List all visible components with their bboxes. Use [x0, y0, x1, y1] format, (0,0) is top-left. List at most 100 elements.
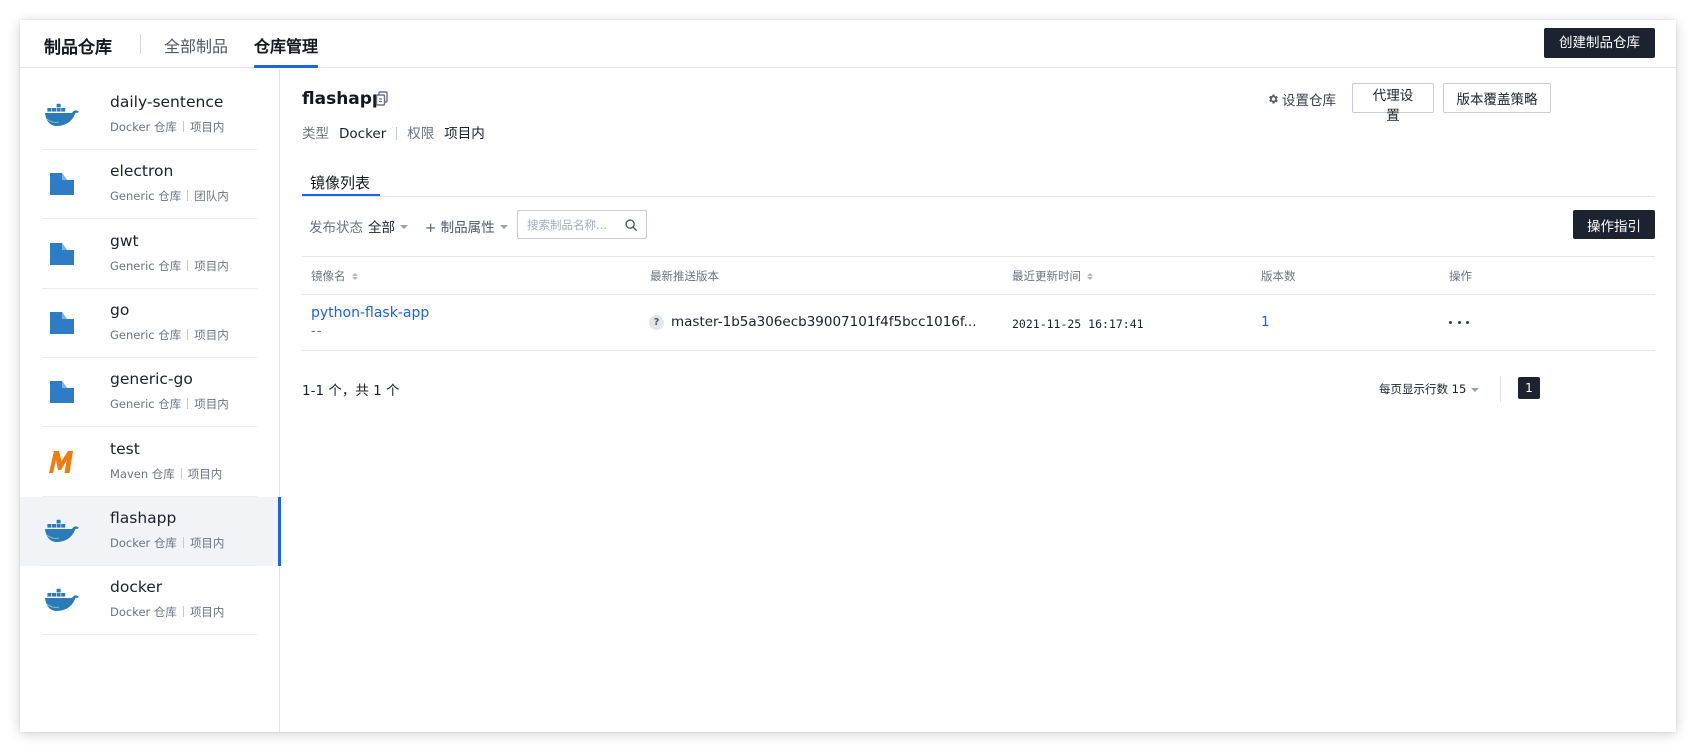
version-policy-button[interactable]: 版本覆盖策略	[1443, 83, 1551, 113]
sort-icon	[1087, 272, 1093, 280]
sidebar-item-docker[interactable]: docker Docker 仓库 项目内	[20, 566, 279, 636]
repo-item-scope: 团队内	[194, 189, 229, 204]
repo-item-type: Docker 仓库	[110, 120, 177, 134]
repo-title: flashapp	[302, 89, 385, 109]
repo-item-name: gwt	[110, 231, 139, 250]
page-size-label: 每页显示行数 15	[1379, 382, 1467, 396]
repo-item-scope: 项目内	[189, 605, 225, 620]
repo-item-name: go	[110, 300, 130, 319]
create-repo-button[interactable]: 创建制品仓库	[1544, 28, 1655, 58]
generic-icon	[42, 237, 82, 271]
question-icon[interactable]: ?	[649, 314, 664, 330]
sidebar-item-daily-sentence[interactable]: daily-sentence Docker 仓库 项目内	[20, 81, 279, 150]
meta-divider	[182, 606, 184, 618]
repo-item-meta: Generic 仓库 项目内	[110, 258, 229, 274]
repo-item-type: Generic 仓库	[110, 258, 182, 273]
permission-value: 项目内	[444, 126, 485, 142]
subtab-divider	[302, 196, 1655, 197]
sort-icon	[351, 272, 358, 280]
sidebar-item-electron[interactable]: electron Generic 仓库 团队内	[20, 150, 279, 220]
repo-item-scope: 项目内	[194, 258, 229, 273]
sidebar-item-generic-go[interactable]: generic-go Generic 仓库 项目内	[20, 358, 279, 428]
item-divider	[42, 634, 257, 636]
proxy-settings-button[interactable]: 代理设置	[1352, 83, 1434, 124]
chevron-down-icon	[1471, 387, 1480, 392]
repo-item-meta: Docker 仓库 项目内	[110, 604, 224, 620]
generic-icon	[42, 375, 82, 409]
meta-divider	[180, 467, 182, 479]
repo-settings-label: 设置仓库	[1282, 93, 1336, 109]
image-description: --	[311, 324, 323, 339]
col-header-updated[interactable]: 最近更新时间	[1012, 268, 1093, 284]
repo-item-name: docker	[110, 578, 163, 597]
active-tab-indicator	[254, 65, 318, 68]
gear-icon	[1269, 94, 1278, 104]
info-divider	[396, 127, 398, 140]
version-count-link[interactable]: 1	[1261, 314, 1270, 330]
sidebar-item-go[interactable]: go Generic 仓库 项目内	[20, 289, 279, 358]
chevron-down-icon	[400, 224, 408, 229]
docker-icon	[42, 98, 82, 132]
header-divider	[140, 34, 141, 54]
repo-item-type: Generic 仓库	[110, 189, 182, 204]
tab-all-artifacts[interactable]: 全部制品	[164, 33, 228, 57]
permission-label: 权限	[407, 126, 435, 142]
artifact-attr-label: + 制品属性	[425, 220, 495, 236]
col-header-updated-label: 最近更新时间	[1012, 269, 1081, 283]
search-input[interactable]	[527, 216, 623, 234]
col-header-latest-version-label: 最新推送版本	[650, 269, 719, 283]
repo-item-name: generic-go	[110, 370, 193, 389]
artifact-attr-filter[interactable]: + 制品属性	[425, 216, 508, 236]
col-header-name-label: 镜像名	[311, 269, 346, 283]
col-header-latest-version: 最新推送版本	[650, 268, 719, 284]
table-top-border	[302, 256, 1655, 257]
page-size-select[interactable]: 每页显示行数 15	[1379, 381, 1480, 397]
pagination-total: 1-1 个，共 1 个	[302, 383, 400, 399]
type-value: Docker	[339, 126, 387, 142]
repo-item-scope: 项目内	[187, 466, 223, 481]
repo-sidebar: daily-sentence Docker 仓库 项目内 electron Generi…	[20, 69, 281, 732]
meta-divider	[187, 259, 189, 271]
col-header-actions: 操作	[1449, 268, 1472, 284]
repo-item-type: Maven 仓库	[110, 466, 175, 481]
latest-version-text: master-1b5a306ecb39007101f4f5bcc1016f...	[671, 314, 977, 330]
publish-status-value: 全部	[368, 220, 395, 236]
search-icon[interactable]	[624, 218, 638, 232]
tab-image-list[interactable]: 镜像列表	[310, 172, 370, 193]
col-header-name[interactable]: 镜像名	[311, 268, 358, 284]
meta-divider	[187, 398, 189, 410]
pager-divider	[1500, 376, 1501, 402]
col-header-count: 版本数	[1261, 268, 1296, 284]
meta-divider	[182, 121, 184, 132]
repo-item-meta: Generic 仓库 项目内	[110, 327, 229, 343]
publish-status-filter[interactable]: 发布状态 全部	[309, 216, 408, 236]
latest-version-cell: ? master-1b5a306ecb39007101f4f5bcc1016f.…	[649, 314, 977, 330]
table-header-divider	[302, 294, 1655, 295]
repo-item-meta: Generic 仓库 项目内	[110, 396, 229, 412]
repo-settings-link[interactable]: 设置仓库	[1267, 89, 1336, 109]
chevron-down-icon	[499, 224, 508, 229]
repo-info: 类型 Docker 权限 项目内	[302, 122, 485, 142]
image-name-link[interactable]: python-flask-app	[311, 305, 429, 321]
repo-item-scope: 项目内	[194, 327, 229, 342]
repo-item-type: Docker 仓库	[110, 535, 177, 550]
search-box	[517, 210, 647, 239]
main-panel: flashapp 类型 Docker 权限 项目内 设置仓库 代理设置 版本覆盖策略 …	[280, 69, 1676, 732]
repo-item-name: test	[110, 439, 140, 458]
sidebar-item-flashapp[interactable]: flashapp Docker 仓库 项目内	[20, 496, 281, 566]
updated-time: 2021-11-25 16:17:41	[1012, 317, 1144, 331]
sidebar-item-gwt[interactable]: gwt Generic 仓库 项目内	[20, 220, 279, 289]
type-label: 类型	[302, 126, 329, 142]
tab-repo-management[interactable]: 仓库管理	[254, 33, 318, 57]
sidebar-item-test[interactable]: test Maven 仓库 项目内	[20, 428, 279, 497]
copy-icon[interactable]	[375, 91, 389, 107]
col-header-actions-label: 操作	[1449, 269, 1472, 283]
repo-item-scope: 项目内	[189, 120, 225, 134]
guide-button[interactable]: 操作指引	[1573, 210, 1655, 239]
more-actions-icon[interactable]	[1449, 313, 1469, 331]
page-button-current[interactable]: 1	[1518, 377, 1540, 399]
repo-item-meta: Docker 仓库 项目内	[110, 119, 224, 135]
repo-item-type: Generic 仓库	[110, 327, 182, 342]
repo-item-meta: Maven 仓库 项目内	[110, 466, 222, 482]
repo-item-type: Generic 仓库	[110, 397, 182, 412]
